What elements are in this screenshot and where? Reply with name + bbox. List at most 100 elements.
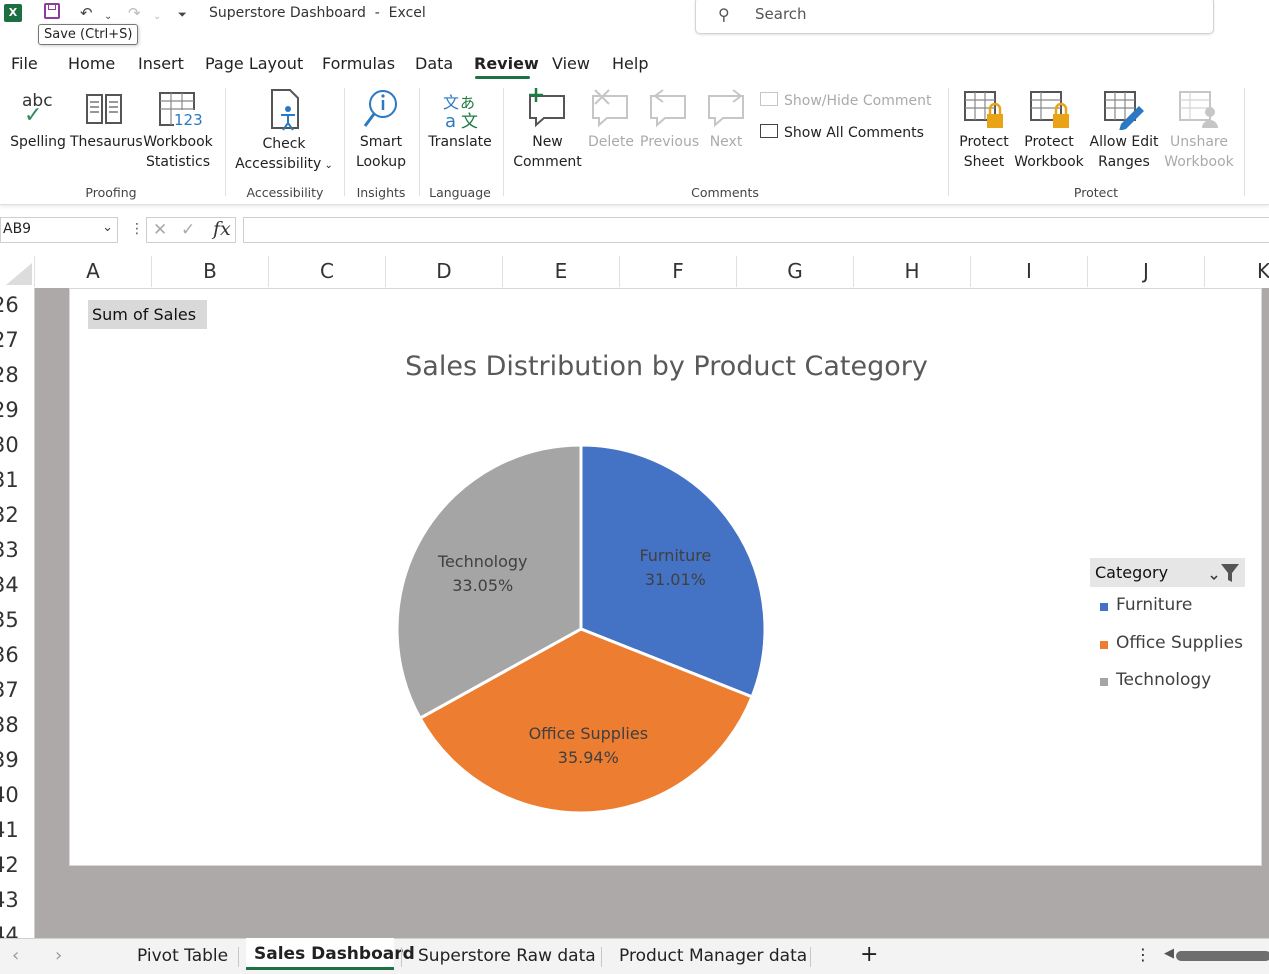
legend-swatch: [1100, 603, 1108, 611]
separator: [419, 88, 420, 196]
row-header[interactable]: 43: [0, 883, 34, 918]
tab-help[interactable]: Help: [612, 54, 648, 73]
accessibility-icon: [230, 88, 338, 134]
spelling-button[interactable]: abc ✓ Spelling: [8, 88, 68, 152]
row-header[interactable]: 39: [0, 743, 34, 778]
formula-input[interactable]: [243, 217, 1269, 243]
search-box[interactable]: ⚲ Search: [695, 0, 1214, 34]
check-accessibility-button[interactable]: Check Accessibility ⌄: [230, 88, 338, 176]
name-box[interactable]: AB9 ⌄: [0, 217, 118, 243]
column-header[interactable]: F: [620, 256, 737, 287]
horizontal-scrollbar[interactable]: [1176, 951, 1269, 961]
sheet-tab-pivot-table[interactable]: Pivot Table: [137, 946, 228, 966]
separator: [401, 947, 402, 967]
smart-lookup-button[interactable]: Smart Lookup: [350, 88, 412, 172]
allow-edit-ranges-button[interactable]: Allow Edit Ranges: [1087, 88, 1161, 172]
column-header[interactable]: E: [503, 256, 620, 287]
workbook-statistics-button[interactable]: 123 Workbook Statistics: [140, 88, 216, 172]
tab-review[interactable]: Review: [474, 54, 539, 73]
category-filter-button[interactable]: Category: [1090, 558, 1245, 587]
protect-sheet-button[interactable]: Protect Sheet: [955, 88, 1013, 172]
separator: [225, 88, 226, 196]
row-header[interactable]: 35: [0, 603, 34, 638]
document-title: Superstore Dashboard - Excel: [209, 5, 426, 21]
group-protect: Protect: [1073, 185, 1119, 200]
row-header[interactable]: 36: [0, 638, 34, 673]
column-header[interactable]: A: [35, 256, 152, 287]
protect-workbook-button[interactable]: Protect Workbook: [1013, 88, 1085, 172]
column-header[interactable]: C: [269, 256, 386, 287]
sheet-tab-superstore-raw-data[interactable]: Superstore Raw data: [418, 946, 596, 966]
tab-page-layout[interactable]: Page Layout: [205, 54, 303, 73]
column-header[interactable]: H: [854, 256, 971, 287]
tab-home[interactable]: Home: [68, 54, 115, 73]
redo-icon[interactable]: ↷: [128, 2, 141, 24]
tab-view[interactable]: View: [552, 54, 590, 73]
row-header[interactable]: 40: [0, 778, 34, 813]
search-placeholder[interactable]: Search: [755, 5, 807, 23]
row-header[interactable]: 37: [0, 673, 34, 708]
legend-item-furniture[interactable]: Furniture: [1100, 595, 1192, 615]
pivot-chart[interactable]: Sum of Sales Sales Distribution by Produ…: [69, 288, 1262, 866]
insert-function-icon[interactable]: fx: [213, 218, 231, 240]
more-options-icon[interactable]: ⋮: [1135, 945, 1151, 964]
delete-comment-button[interactable]: Delete: [586, 88, 636, 152]
row-header[interactable]: 32: [0, 498, 34, 533]
next-sheet-icon[interactable]: ›: [55, 945, 62, 966]
show-all-comments-button[interactable]: Show All Comments: [760, 124, 924, 141]
sheet-tab-sales-dashboard[interactable]: Sales Dashboard: [254, 944, 415, 964]
row-header[interactable]: 42: [0, 848, 34, 883]
row-header[interactable]: 38: [0, 708, 34, 743]
tab-insert[interactable]: Insert: [138, 54, 184, 73]
tab-formulas[interactable]: Formulas: [322, 54, 395, 73]
redo-dropdown-icon[interactable]: ⌄: [153, 6, 161, 28]
tab-data[interactable]: Data: [415, 54, 453, 73]
enter-icon[interactable]: ✓: [181, 220, 195, 240]
row-header[interactable]: 29: [0, 393, 34, 428]
add-sheet-button[interactable]: +: [860, 942, 878, 967]
legend-item-office-supplies[interactable]: Office Supplies: [1100, 633, 1243, 653]
svg-text:a: a: [445, 111, 456, 130]
row-header[interactable]: 31: [0, 463, 34, 498]
show-hide-comment-button[interactable]: Show/Hide Comment: [760, 92, 931, 109]
tab-file[interactable]: File: [11, 54, 38, 73]
previous-sheet-icon[interactable]: ‹: [12, 945, 19, 966]
legend-item-technology[interactable]: Technology: [1100, 670, 1211, 690]
more-options-icon[interactable]: ⋮: [130, 221, 144, 237]
thesaurus-button[interactable]: Thesaurus: [70, 88, 143, 152]
row-header[interactable]: 27: [0, 323, 34, 358]
statistics-icon: 123: [140, 88, 216, 132]
svg-text:あ: あ: [460, 94, 475, 112]
cancel-icon[interactable]: ✕: [153, 220, 167, 240]
row-header[interactable]: 44: [0, 918, 34, 938]
column-header[interactable]: B: [152, 256, 269, 287]
row-header[interactable]: 33: [0, 533, 34, 568]
scroll-left-icon[interactable]: ◀: [1164, 946, 1174, 961]
sheet-tab-product-manager-data[interactable]: Product Manager data: [619, 946, 807, 966]
column-header[interactable]: I: [971, 256, 1088, 287]
separator: [238, 947, 239, 967]
next-comment-button[interactable]: Next: [702, 88, 750, 152]
row-header[interactable]: 26: [0, 288, 34, 323]
row-header[interactable]: 30: [0, 428, 34, 463]
chevron-down-icon[interactable]: ⌄: [102, 220, 113, 235]
row-header[interactable]: 28: [0, 358, 34, 393]
select-all-corner[interactable]: [0, 256, 35, 287]
new-comment-button[interactable]: New Comment: [510, 88, 585, 172]
translate-button[interactable]: 文 あ a 文 Translate: [424, 88, 496, 152]
unshare-workbook-button[interactable]: Unshare Workbook: [1162, 88, 1236, 172]
column-header[interactable]: K: [1205, 256, 1269, 287]
legend-swatch: [1100, 641, 1108, 649]
save-icon[interactable]: [44, 3, 60, 19]
row-header[interactable]: 41: [0, 813, 34, 848]
new-comment-icon: [510, 88, 585, 132]
formula-actions: ✕ ✓ fx: [146, 217, 236, 243]
column-header[interactable]: D: [386, 256, 503, 287]
column-header[interactable]: J: [1088, 256, 1205, 287]
undo-icon[interactable]: ↶: [80, 2, 93, 24]
previous-comment-button[interactable]: Previous: [640, 88, 699, 152]
customize-toolbar-icon[interactable]: ⏷: [178, 4, 187, 26]
column-header[interactable]: G: [737, 256, 854, 287]
row-header[interactable]: 34: [0, 568, 34, 603]
group-insights: Insights: [356, 185, 406, 200]
